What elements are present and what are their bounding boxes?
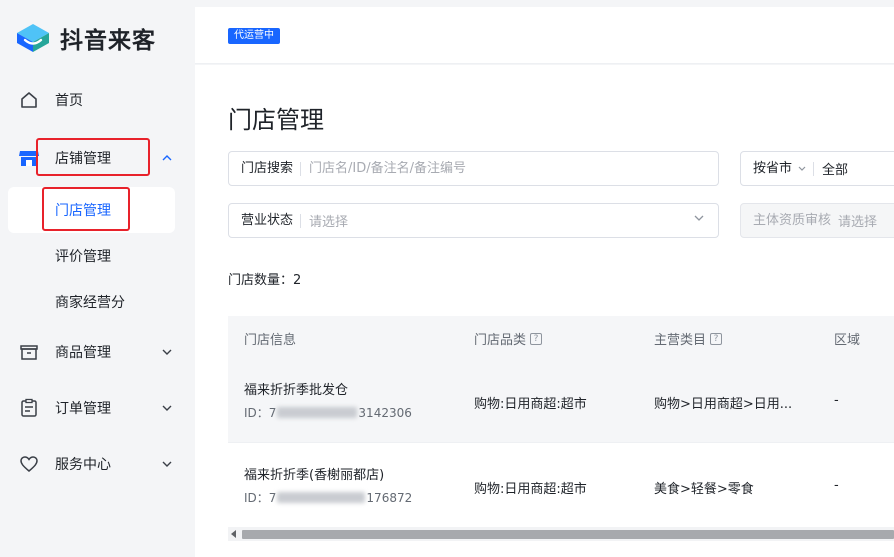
sidebar-item-home[interactable]: 首页 [0, 80, 190, 120]
sidebar-item-product-management[interactable]: 商品管理 [0, 332, 190, 372]
region-filter-label: 按省市 [753, 160, 793, 176]
sidebar-subitem-label: 商家经营分 [55, 295, 125, 311]
sidebar: 抖音来客 首页 店铺管理 门店管理 评价管理 商家经营分 商品管理 订单管理 服… [0, 0, 190, 557]
agent-operation-badge: 代运营中 [228, 28, 280, 44]
store-id: ID：7 3142306 [244, 405, 412, 421]
store-name[interactable]: 福来折折季(香榭丽都店) [244, 464, 384, 483]
business-status-filter[interactable]: 营业状态 请选择 [228, 203, 719, 238]
column-header-store-info: 门店信息 [244, 333, 297, 348]
redacted-id [277, 492, 366, 503]
product-box-icon [18, 341, 40, 363]
chevron-down-icon [798, 166, 806, 171]
chevron-down-icon [160, 401, 174, 415]
region-filter[interactable]: 按省市 全部 [740, 151, 894, 186]
table-header: 门店信息 门店品类? 主营类目? 区域 [228, 316, 894, 358]
main-category: 美食>轻餐>零食 [654, 482, 754, 497]
table-row[interactable]: 福来折折季批发仓 ID：7 3142306 购物:日用商超:超市 购物>日用商超>… [228, 358, 894, 443]
sidebar-subitem-label: 门店管理 [55, 203, 111, 219]
store-search-label: 门店搜索 [229, 161, 302, 176]
chevron-down-icon [160, 457, 174, 471]
brand-name: 抖音来客 [60, 28, 156, 54]
home-icon [18, 89, 40, 111]
scroll-left-arrow-icon[interactable] [231, 530, 236, 538]
region-filter-select[interactable]: 按省市 [741, 160, 815, 176]
top-bar: 代运营中 [195, 7, 894, 64]
main-category: 购物>日用商超>日用... [654, 397, 793, 412]
store-search-filter[interactable]: 门店搜索 [228, 151, 719, 186]
scrollbar-thumb[interactable] [242, 530, 894, 539]
order-clipboard-icon [18, 397, 40, 419]
heart-service-icon [18, 453, 40, 475]
shop-icon [18, 147, 40, 169]
sidebar-item-label: 店铺管理 [55, 151, 111, 167]
douyin-laike-logo-icon [17, 24, 49, 52]
sidebar-item-label: 首页 [55, 93, 83, 109]
sidebar-item-service-center[interactable]: 服务中心 [0, 444, 190, 484]
redacted-id [277, 407, 358, 418]
table-row[interactable]: 福来折折季(香榭丽都店) ID：7 176872 购物:日用商超:超市 美食>轻餐… [228, 443, 894, 528]
column-header-region: 区域 [834, 333, 861, 348]
qualification-review-filter: 主体资质审核 请选择 [740, 203, 894, 238]
store-category: 购物:日用商超:超市 [474, 482, 587, 497]
store-search-input[interactable] [301, 161, 718, 176]
column-header-store-category: 门店品类? [474, 329, 543, 348]
chevron-down-icon [160, 345, 174, 359]
sidebar-subitem-store-management[interactable]: 门店管理 [8, 187, 175, 233]
qualification-review-select: 请选择 [838, 215, 878, 230]
chevron-up-icon [160, 151, 174, 165]
sidebar-item-label: 订单管理 [55, 401, 111, 417]
sidebar-item-order-management[interactable]: 订单管理 [0, 388, 190, 428]
store-count: 门店数量：2 [228, 273, 302, 288]
region-value: - [834, 393, 839, 408]
page-title: 门店管理 [228, 106, 324, 134]
business-status-label: 营业状态 [229, 213, 302, 228]
chevron-down-icon [694, 215, 704, 221]
sidebar-item-shop-management[interactable]: 店铺管理 [0, 138, 190, 178]
sidebar-item-label: 商品管理 [55, 345, 111, 361]
help-icon[interactable]: ? [530, 332, 543, 345]
brand-logo[interactable]: 抖音来客 [14, 20, 156, 56]
main-content: 门店管理 门店搜索 按省市 全部 营业状态 请选择 主体资质审核 请选择 门店数… [195, 65, 894, 557]
help-icon[interactable]: ? [710, 332, 723, 345]
sidebar-subitem-label: 评价管理 [55, 249, 111, 265]
table-horizontal-scrollbar[interactable] [228, 527, 894, 541]
business-status-select[interactable]: 请选择 [301, 211, 348, 230]
store-name[interactable]: 福来折折季批发仓 [244, 379, 348, 398]
region-value: - [834, 478, 839, 493]
qualification-review-label: 主体资质审核 [753, 212, 832, 228]
sidebar-item-label: 服务中心 [55, 457, 111, 473]
column-header-main-category: 主营类目? [654, 329, 723, 348]
sidebar-subitem-merchant-score[interactable]: 商家经营分 [8, 279, 175, 325]
sidebar-subitem-review-management[interactable]: 评价管理 [8, 233, 175, 279]
region-filter-value[interactable]: 全部 [814, 159, 848, 178]
store-category: 购物:日用商超:超市 [474, 397, 587, 412]
store-id: ID：7 176872 [244, 490, 413, 506]
